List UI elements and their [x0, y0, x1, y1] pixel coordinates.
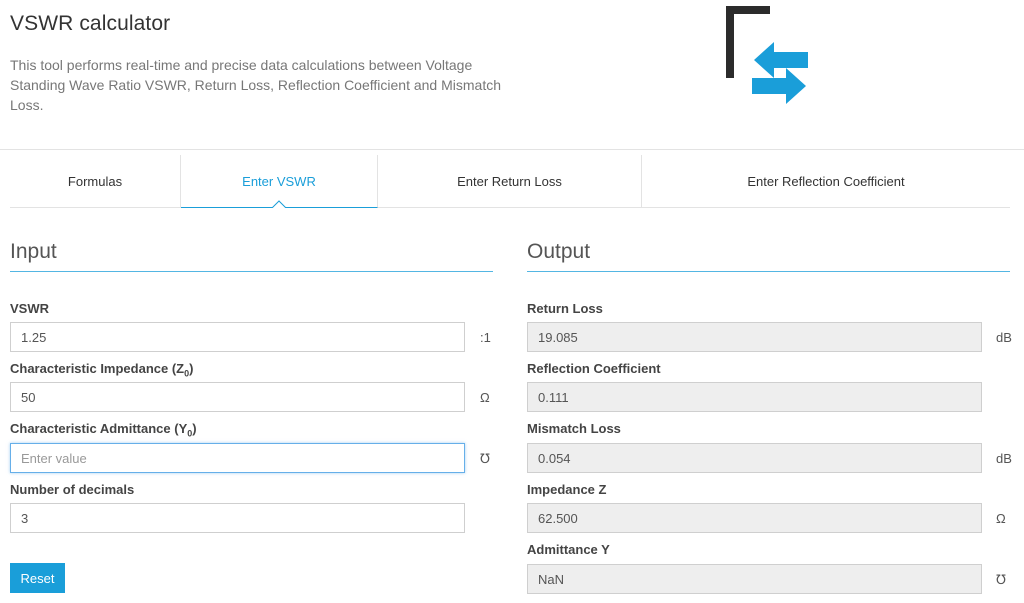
page-description: This tool performs real-time and precise…: [10, 57, 501, 113]
tab-bar: Formulas Enter VSWR Enter Return Loss En…: [10, 155, 1010, 208]
vswr-input[interactable]: [10, 322, 465, 352]
return-loss-label: Return Loss: [527, 301, 603, 316]
decimals-input[interactable]: [10, 503, 465, 533]
output-section-title: Output: [527, 240, 591, 263]
input-section-title: Input: [10, 240, 57, 263]
reflection-coefficient-label: Reflection Coefficient: [527, 361, 661, 376]
vswr-label: VSWR: [10, 301, 49, 316]
impedance-z-output: [527, 503, 982, 533]
vswr-arrows-logo-icon: [726, 6, 808, 104]
active-tab-caret-icon: [272, 200, 286, 208]
tab-formulas[interactable]: Formulas: [10, 155, 181, 208]
impedance-z-unit: Ω: [996, 511, 1006, 526]
admittance-y-output: [527, 564, 982, 594]
characteristic-admittance-label: Characteristic Admittance (Y0): [10, 421, 197, 439]
output-section-divider: [527, 271, 1010, 272]
return-loss-output: [527, 322, 982, 352]
mismatch-loss-label: Mismatch Loss: [527, 421, 621, 436]
page-header: VSWR calculator This tool performs real-…: [0, 0, 1024, 150]
tab-enter-reflection-coefficient[interactable]: Enter Reflection Coefficient: [642, 155, 1010, 208]
reset-button[interactable]: Reset: [10, 563, 65, 593]
mismatch-loss-output: [527, 443, 982, 473]
characteristic-impedance-input[interactable]: [10, 382, 465, 412]
input-section-divider: [10, 271, 493, 272]
characteristic-admittance-input[interactable]: [10, 443, 465, 473]
page-title: VSWR calculator: [10, 12, 171, 35]
admittance-y-label: Admittance Y: [527, 542, 610, 557]
impedance-z-label: Impedance Z: [527, 482, 607, 497]
return-loss-unit: dB: [996, 330, 1012, 345]
decimals-label: Number of decimals: [10, 482, 135, 497]
characteristic-impedance-label: Characteristic Impedance (Z0): [10, 361, 194, 379]
mismatch-loss-unit: dB: [996, 451, 1012, 466]
admittance-y-unit: ℧: [996, 572, 1006, 587]
tab-enter-return-loss[interactable]: Enter Return Loss: [378, 155, 642, 208]
tab-enter-vswr-label: Enter VSWR: [242, 174, 316, 189]
ohm-unit: Ω: [480, 390, 490, 405]
mho-unit: ℧: [480, 451, 490, 466]
reflection-coefficient-output: [527, 382, 982, 412]
tab-enter-vswr[interactable]: Enter VSWR: [181, 155, 378, 208]
vswr-unit: :1: [480, 330, 491, 345]
